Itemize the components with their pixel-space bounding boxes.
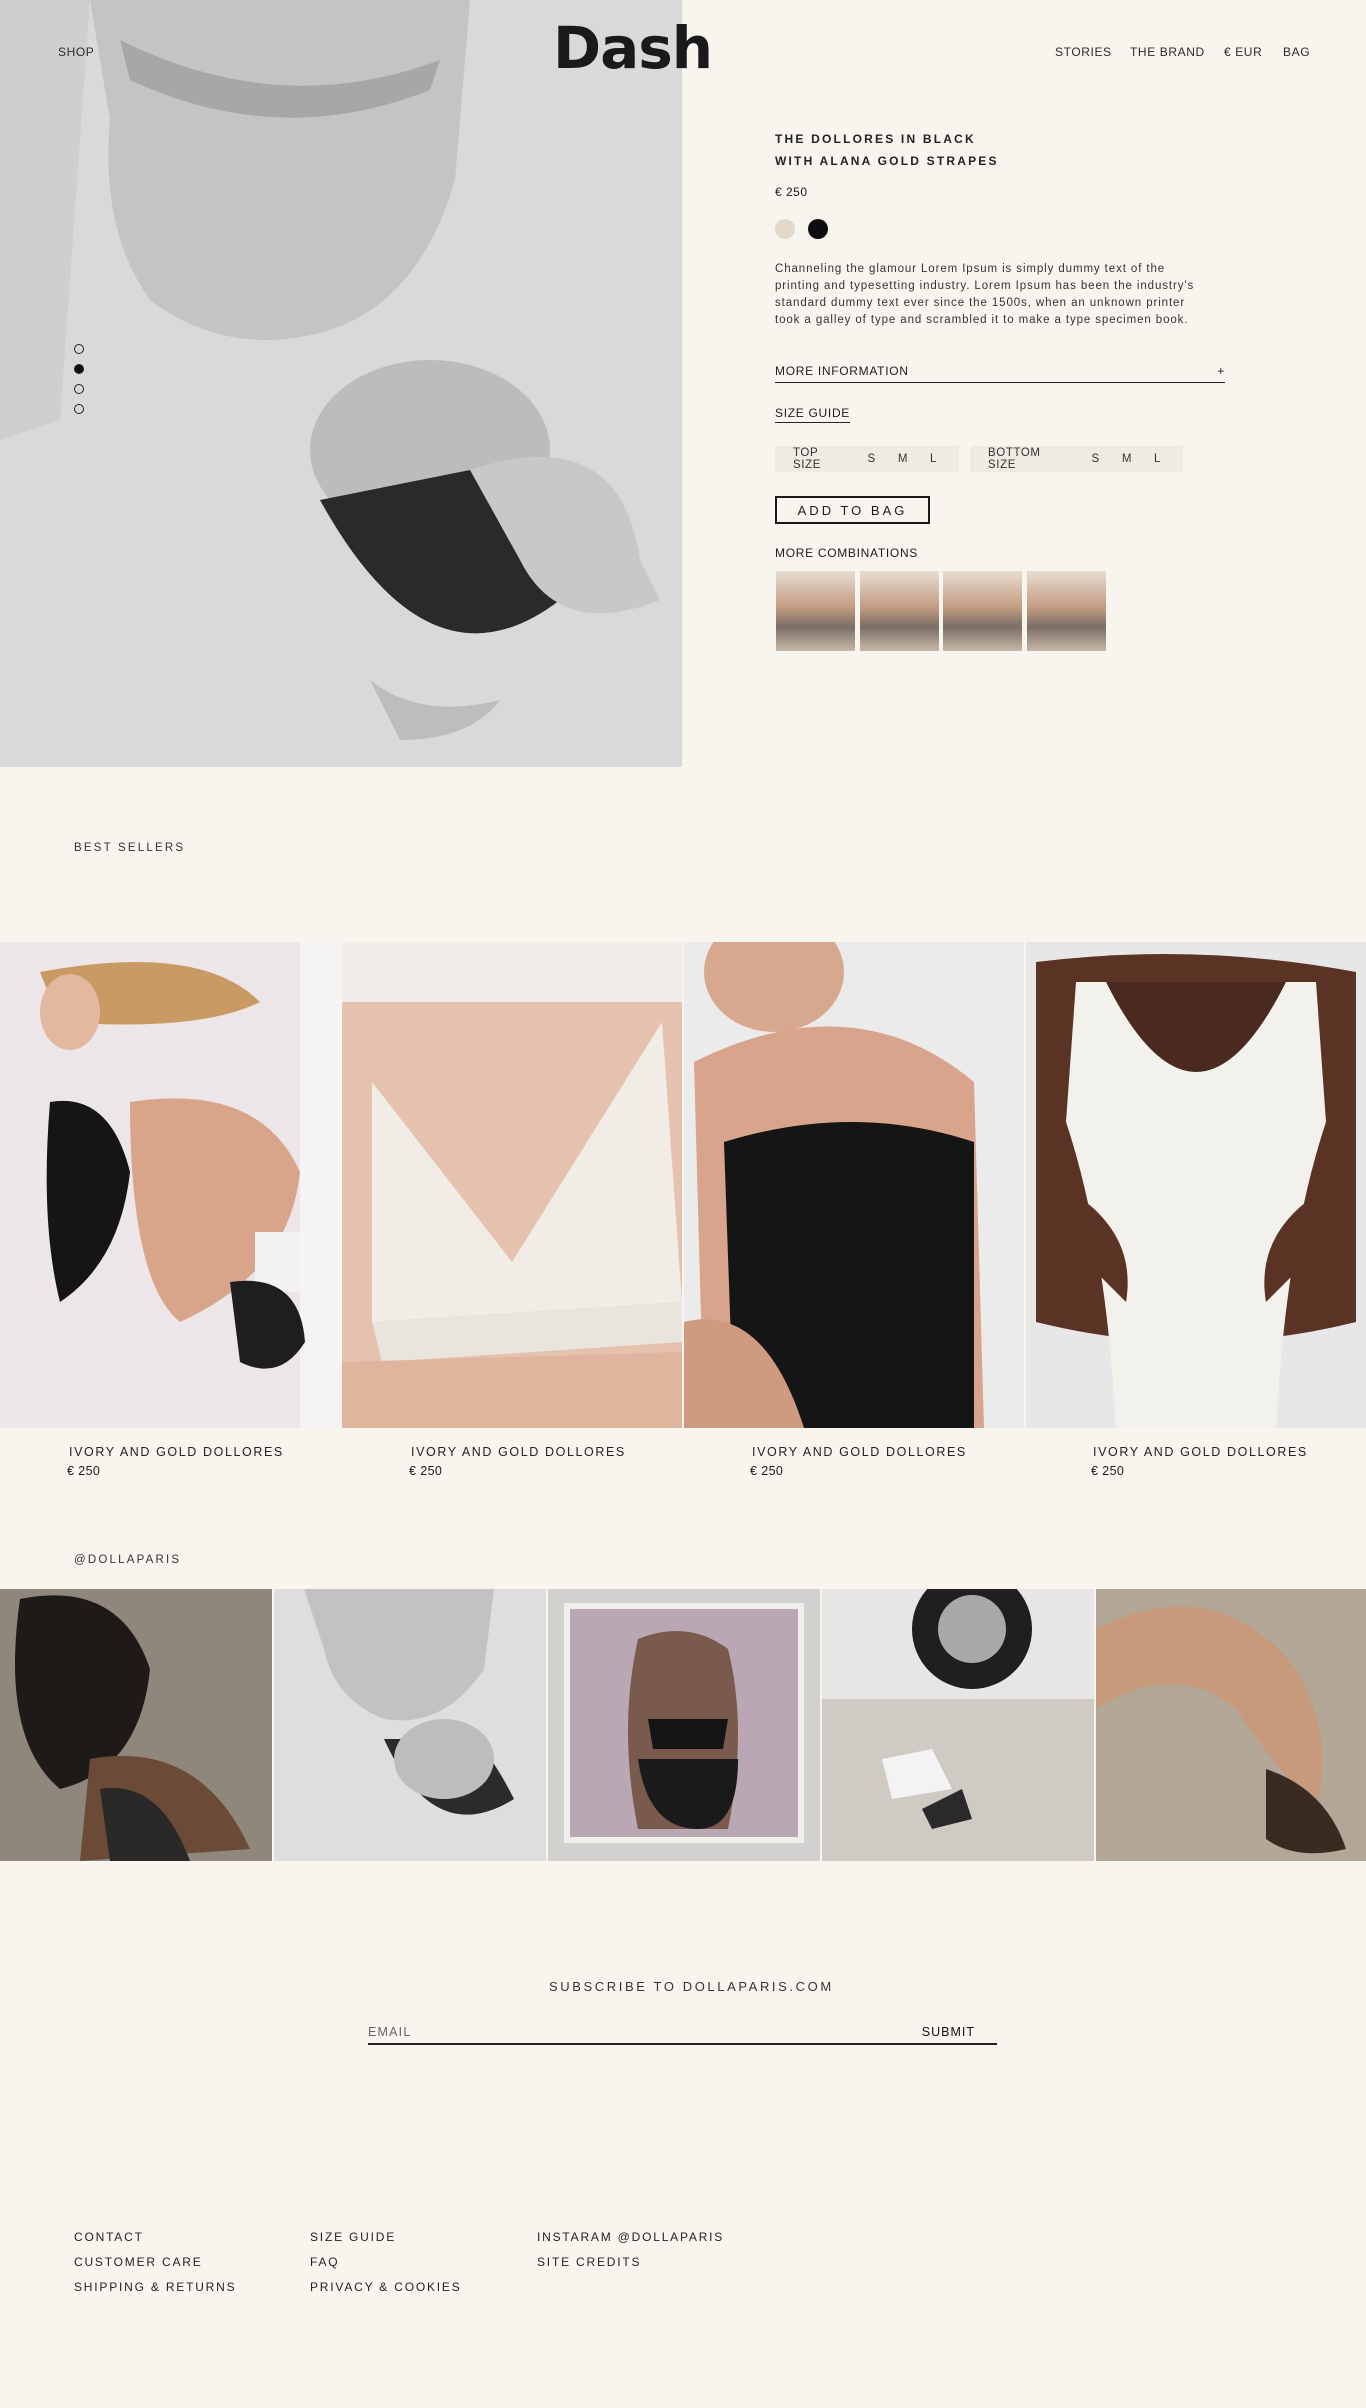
best-seller-name-3[interactable]: IVORY AND GOLD DOLLORES: [752, 1445, 967, 1459]
instagram-post-2[interactable]: [274, 1589, 546, 1861]
submit-button[interactable]: SUBMIT: [922, 2025, 975, 2039]
top-size-l[interactable]: L: [930, 453, 937, 465]
bottom-size-m[interactable]: M: [1122, 453, 1132, 465]
top-size-label: TOP SIZE: [793, 447, 821, 471]
top-size-s[interactable]: S: [868, 453, 876, 465]
email-input[interactable]: [368, 2025, 848, 2039]
footer-column-2: SIZE GUIDE FAQ PRIVACY & COOKIES: [310, 2225, 462, 2300]
hero-product-image: [0, 0, 682, 767]
footer-link-contact[interactable]: CONTACT: [74, 2225, 236, 2250]
more-combinations-label: MORE COMBINATIONS: [775, 546, 919, 560]
nav-the-brand-link[interactable]: THE BRAND: [1130, 45, 1205, 59]
instagram-photo: [274, 1589, 546, 1861]
plus-icon: +: [1217, 364, 1225, 378]
product-photo: [1026, 942, 1366, 1428]
carousel-dot-2[interactable]: [74, 364, 84, 374]
footer-column-1: CONTACT CUSTOMER CARE SHIPPING & RETURNS: [74, 2225, 236, 2300]
combination-thumbnail-2[interactable]: [860, 571, 939, 651]
best-sellers-heading: BEST SELLERS: [74, 842, 186, 854]
product-title-line-1: THE DOLLORES IN BLACK: [775, 132, 976, 146]
size-guide-link[interactable]: SIZE GUIDE: [775, 406, 851, 423]
footer-link-customer-care[interactable]: CUSTOMER CARE: [74, 2250, 236, 2275]
top-size-m[interactable]: M: [898, 453, 908, 465]
footer-link-instagram[interactable]: INSTARAM @DOLLAPARIS: [537, 2225, 724, 2250]
best-seller-name-2[interactable]: IVORY AND GOLD DOLLORES: [411, 1445, 626, 1459]
best-seller-price-3: € 250: [750, 1464, 784, 1478]
best-seller-image-1[interactable]: [0, 942, 340, 1428]
color-swatch-beige[interactable]: [775, 219, 795, 239]
bottom-size-label: BOTTOM SIZE: [988, 447, 1041, 471]
product-photo: [0, 942, 340, 1428]
subscribe-form: SUBMIT: [368, 2021, 997, 2045]
bottom-size-l[interactable]: L: [1154, 453, 1161, 465]
brand-logo[interactable]: Dash: [553, 14, 713, 82]
instagram-post-4[interactable]: [822, 1589, 1094, 1861]
nav-stories-link[interactable]: STORIES: [1055, 45, 1112, 59]
best-seller-image-3[interactable]: [684, 942, 1024, 1428]
footer-link-faq[interactable]: FAQ: [310, 2250, 462, 2275]
carousel-dot-3[interactable]: [74, 384, 84, 394]
best-seller-image-4[interactable]: [1026, 942, 1366, 1428]
nav-bag-link[interactable]: BAG: [1283, 45, 1310, 59]
instagram-photo: [548, 1589, 820, 1861]
product-title: THE DOLLORES IN BLACK WITH ALANA GOLD ST…: [775, 128, 999, 172]
nav-currency-selector[interactable]: € EUR: [1224, 45, 1262, 59]
combination-thumbnail-3[interactable]: [943, 571, 1022, 651]
carousel-dot-4[interactable]: [74, 404, 84, 414]
product-title-line-2: WITH ALANA GOLD STRAPES: [775, 154, 999, 168]
add-to-bag-button[interactable]: ADD TO BAG: [775, 496, 930, 524]
bottom-size-s[interactable]: S: [1092, 453, 1100, 465]
best-seller-price-1: € 250: [67, 1464, 101, 1478]
subscribe-heading: SUBSCRIBE TO DOLLAPARIS.COM: [549, 1979, 834, 1994]
more-information-toggle[interactable]: MORE INFORMATION +: [775, 364, 1225, 383]
footer-link-size-guide[interactable]: SIZE GUIDE: [310, 2225, 462, 2250]
footer-link-shipping-returns[interactable]: SHIPPING & RETURNS: [74, 2275, 236, 2300]
top-size-selector[interactable]: TOP SIZE S M L: [775, 446, 959, 472]
footer-link-site-credits[interactable]: SITE CREDITS: [537, 2250, 724, 2275]
combination-thumbnail-1[interactable]: [776, 571, 855, 651]
footer-link-privacy-cookies[interactable]: PRIVACY & COOKIES: [310, 2275, 462, 2300]
instagram-photo: [0, 1589, 272, 1861]
instagram-handle-heading[interactable]: @DOLLAPARIS: [74, 1554, 181, 1566]
best-seller-price-2: € 250: [409, 1464, 443, 1478]
best-seller-price-4: € 250: [1091, 1464, 1125, 1478]
product-price: € 250: [775, 185, 808, 199]
instagram-photo: [1096, 1589, 1366, 1861]
instagram-post-3[interactable]: [548, 1589, 820, 1861]
carousel-dot-1[interactable]: [74, 344, 84, 354]
bottom-size-selector[interactable]: BOTTOM SIZE S M L: [970, 446, 1183, 472]
instagram-photo: [822, 1589, 1094, 1861]
best-seller-name-4[interactable]: IVORY AND GOLD DOLLORES: [1093, 1445, 1308, 1459]
best-seller-image-2[interactable]: [342, 942, 682, 1428]
instagram-post-5[interactable]: [1096, 1589, 1366, 1861]
combination-thumbnail-4[interactable]: [1027, 571, 1106, 651]
product-description: Channeling the glamour Lorem Ipsum is si…: [775, 263, 1195, 326]
color-swatch-black[interactable]: [808, 219, 828, 239]
product-photo: [684, 942, 1024, 1428]
product-photo: [342, 942, 682, 1428]
hero-model-photo: [0, 0, 682, 767]
best-seller-name-1[interactable]: IVORY AND GOLD DOLLORES: [69, 1445, 284, 1459]
nav-shop-link[interactable]: SHOP: [58, 45, 94, 59]
footer-column-3: INSTARAM @DOLLAPARIS SITE CREDITS: [537, 2225, 724, 2275]
more-information-label: MORE INFORMATION: [775, 364, 909, 378]
instagram-post-1[interactable]: [0, 1589, 272, 1861]
